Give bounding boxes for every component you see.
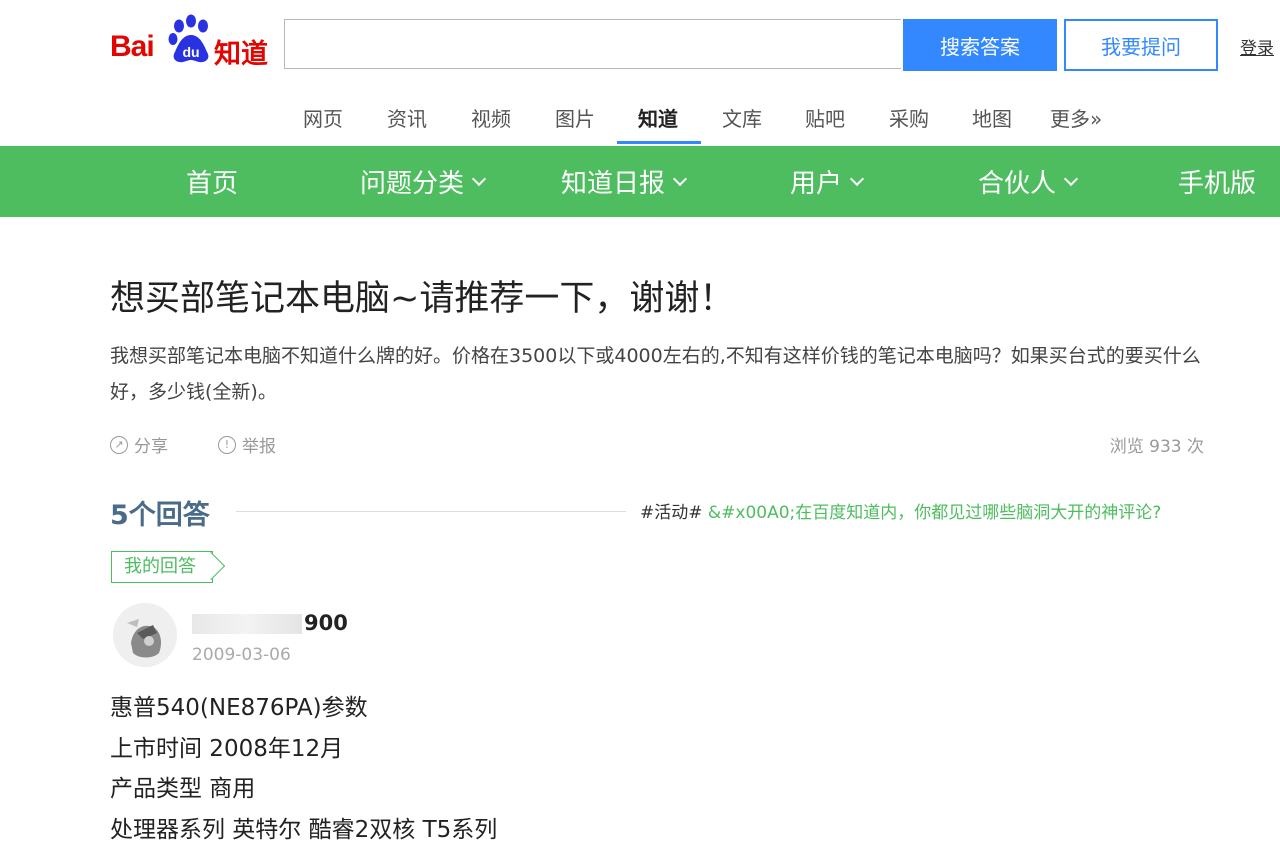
- author-name-visible: 900: [304, 611, 348, 635]
- tab-tieba[interactable]: 贴吧: [805, 103, 845, 132]
- answer-body: 惠普540(NE876PA)参数 上市时间 2008年12月 产品类型 商用 处…: [110, 688, 497, 850]
- tab-map[interactable]: 地图: [972, 103, 1012, 132]
- nav-partners-label: 合伙人: [978, 169, 1057, 199]
- chevron-down-icon: [1063, 171, 1079, 186]
- nav-categories-label: 问题分类: [360, 169, 465, 199]
- tab-web[interactable]: 网页: [303, 103, 343, 132]
- answer-line: 处理器系列 英特尔 酷睿2双核 T5系列: [110, 816, 498, 843]
- search-input[interactable]: [284, 19, 901, 69]
- header: Bai du 知道 搜索答案 我要提问 登录: [0, 0, 1280, 89]
- nav-mobile[interactable]: 手机版: [1178, 163, 1256, 200]
- report-button[interactable]: ! 举报: [218, 432, 276, 457]
- tab-shopping[interactable]: 采购: [889, 103, 929, 132]
- activity-banner[interactable]: #活动# &#x00A0;在百度知道内，你都见过哪些脑洞大开的神评论?: [640, 498, 1161, 523]
- active-tab-indicator: [617, 141, 701, 144]
- answer-line: 上市时间 2008年12月: [110, 735, 344, 762]
- tab-images[interactable]: 图片: [555, 103, 595, 132]
- question-description: 我想买部笔记本电脑不知道什么牌的好。价格在3500以下或4000左右的,不知有这…: [110, 345, 1201, 403]
- activity-tag: #活动#: [640, 503, 703, 523]
- answer-date: 2009-03-06: [192, 645, 291, 665]
- nav-categories[interactable]: 问题分类: [360, 163, 487, 200]
- ask-question-button[interactable]: 我要提问: [1064, 19, 1218, 71]
- question-title: 想买部笔记本电脑~请推荐一下，谢谢！: [110, 279, 735, 319]
- paw-icon: du: [168, 14, 209, 63]
- view-count: 浏览 933 次: [1109, 437, 1204, 457]
- tab-news[interactable]: 资讯: [387, 103, 427, 132]
- logo-zhidao-text: 知道: [214, 39, 268, 70]
- tab-wenku[interactable]: 文库: [722, 103, 762, 132]
- warning-icon: !: [218, 435, 236, 454]
- nav-partners[interactable]: 合伙人: [978, 163, 1079, 200]
- logo-bai-text: Bai: [110, 30, 155, 63]
- nav-users[interactable]: 用户: [790, 163, 865, 200]
- main-nav: 首页 问题分类 知道日报 用户 合伙人 手机版: [0, 146, 1280, 217]
- avatar[interactable]: [113, 603, 177, 667]
- nav-home[interactable]: 首页: [186, 163, 238, 200]
- divider: [236, 511, 626, 512]
- avatar-image: [113, 603, 177, 667]
- nav-home-label: 首页: [186, 169, 239, 199]
- answer-line: 产品类型 商用: [110, 776, 256, 802]
- answer-author-name[interactable]: 900: [192, 611, 348, 635]
- chevron-down-icon: [849, 171, 865, 186]
- redacted-name: [192, 614, 302, 634]
- nav-mobile-label: 手机版: [1178, 169, 1257, 199]
- tab-video[interactable]: 视频: [471, 103, 511, 132]
- logo-du-text: du: [182, 44, 199, 60]
- activity-link[interactable]: &#x00A0;在百度知道内，你都见过哪些脑洞大开的神评论?: [708, 503, 1161, 523]
- my-answer-badge: 我的回答: [111, 551, 213, 583]
- answer-count: 5个回答: [110, 500, 210, 531]
- product-tabs: 网页 资讯 视频 图片 知道 文库 贴吧 采购 地图 更多»: [0, 88, 1280, 146]
- login-link[interactable]: 登录: [1240, 34, 1274, 59]
- share-icon: ↗: [110, 435, 128, 454]
- search-answer-button[interactable]: 搜索答案: [903, 19, 1057, 71]
- report-label: 举报: [242, 437, 276, 457]
- nav-daily-label: 知道日报: [561, 169, 666, 199]
- chevron-down-icon: [471, 171, 487, 186]
- share-label: 分享: [134, 437, 168, 457]
- baidu-zhidao-logo[interactable]: Bai du 知道: [110, 14, 270, 70]
- nav-daily[interactable]: 知道日报: [561, 163, 688, 200]
- tab-zhidao[interactable]: 知道: [638, 103, 678, 132]
- answer-line: 惠普540(NE876PA)参数: [110, 695, 368, 721]
- nav-users-label: 用户: [790, 169, 843, 199]
- tab-more[interactable]: 更多»: [1050, 103, 1102, 132]
- share-button[interactable]: ↗ 分享: [110, 432, 168, 457]
- chevron-down-icon: [672, 171, 688, 186]
